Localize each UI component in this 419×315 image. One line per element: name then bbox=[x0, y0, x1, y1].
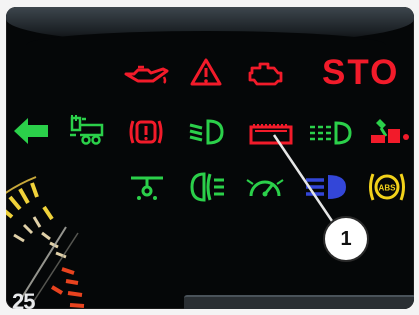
instrument-cluster: STO ABS 25 1 bbox=[6, 7, 414, 309]
warning-light-panel: STO ABS 25 1 bbox=[6, 7, 414, 309]
callout-marker: 1 bbox=[323, 216, 369, 262]
callout-leader-line bbox=[272, 134, 334, 222]
